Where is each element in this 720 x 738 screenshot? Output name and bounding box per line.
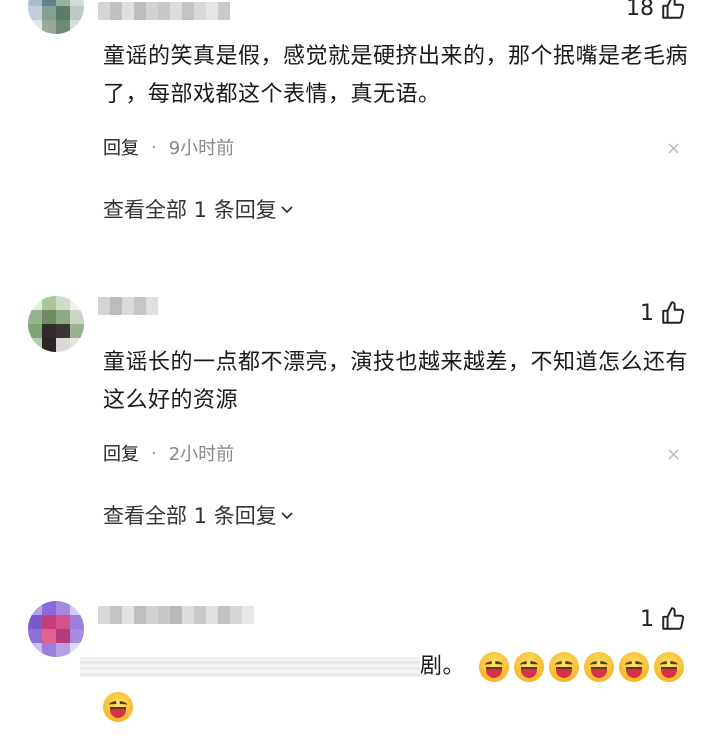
grinning-emoji-icon [583,652,614,682]
chevron-down-icon [281,512,293,520]
timestamp: 9小时前 [168,138,235,159]
like-button[interactable]: 1 [640,606,686,632]
username-blurred[interactable] [98,297,158,315]
reply-button[interactable]: 回复 [103,134,139,160]
separator-dot: · [151,442,157,464]
like-button[interactable]: 1 [640,300,686,326]
avatar[interactable] [28,0,84,34]
grinning-emoji-icon [653,652,684,682]
like-count: 18 [626,0,654,21]
thumbs-up-icon [662,0,685,19]
blurred-text [80,657,420,677]
chevron-down-icon [281,206,293,214]
comment-text-tail: 剧。 [420,654,466,679]
view-all-replies-label: 查看全部 1 条回复 [103,504,277,528]
reply-button[interactable]: 回复 [103,440,139,466]
close-icon[interactable]: × [666,446,681,464]
username-blurred[interactable] [98,2,230,20]
close-icon[interactable]: × [666,140,681,158]
comment-text-line2 [103,688,703,726]
grinning-emoji-icon [548,652,579,682]
username-blurred[interactable] [98,606,254,624]
thumbs-up-icon [662,607,685,630]
comment-text: 童谣长的一点都不漂亮，演技也越来越差，不知道怎么还有这么好的资源 [103,350,689,413]
comment-meta: 回复 · 9小时前 [103,134,234,160]
separator-dot: · [151,136,157,158]
comment-text: 剧。 [80,648,700,686]
thumbs-up-icon [662,301,685,324]
avatar[interactable] [28,601,84,657]
comment-meta: 回复 · 2小时前 [103,440,234,466]
like-count: 1 [640,300,654,326]
view-all-replies-button[interactable]: 查看全部 1 条回复 [103,194,295,224]
grinning-emoji-icon [478,652,509,682]
like-button[interactable]: 18 [626,0,686,21]
timestamp: 2小时前 [168,444,235,465]
comment-text: 童谣的笑真是假，感觉就是硬挤出来的，那个抿嘴是老毛病了，每部戏都这个表情，真无语… [103,44,689,107]
grinning-emoji-icon [618,652,649,682]
avatar[interactable] [28,296,84,352]
view-all-replies-button[interactable]: 查看全部 1 条回复 [103,500,295,530]
view-all-replies-label: 查看全部 1 条回复 [103,198,277,222]
like-count: 1 [640,606,654,632]
grinning-emoji-icon [103,692,133,722]
grinning-emoji-icon [513,652,544,682]
